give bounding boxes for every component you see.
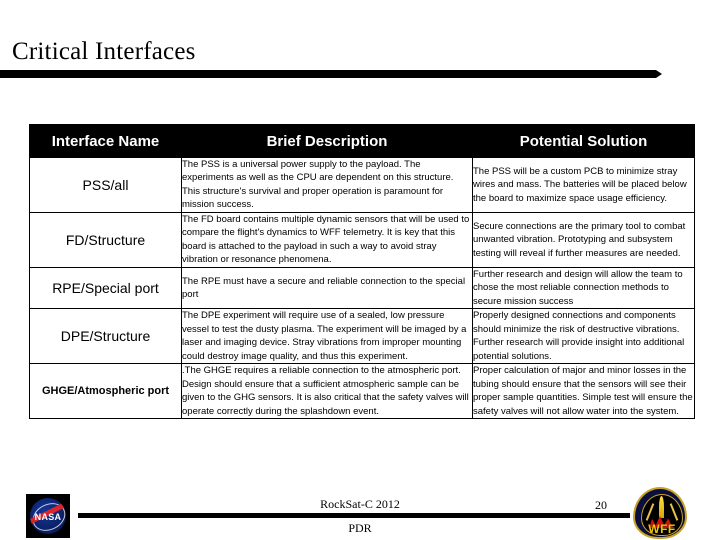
page-title: Critical Interfaces bbox=[12, 38, 196, 65]
interface-name-cell: PSS/all bbox=[29, 157, 182, 213]
nasa-wordmark: NASA bbox=[34, 512, 62, 522]
interface-name-cell: FD/Structure bbox=[29, 211, 182, 268]
table-row: FD/Structure The FD board contains multi… bbox=[29, 211, 695, 268]
brief-description-cell: The DPE experiment will require use of a… bbox=[181, 308, 473, 365]
nasa-logo-icon: NASA bbox=[26, 494, 70, 538]
interface-name-cell: RPE/Special port bbox=[29, 266, 182, 310]
brief-description-cell: The FD board contains multiple dynamic s… bbox=[181, 211, 473, 268]
column-header-brief-description: Brief Description bbox=[181, 124, 473, 158]
potential-solution-cell: Secure connections are the primary tool … bbox=[472, 211, 695, 268]
table-row: RPE/Special port The RPE must have a sec… bbox=[29, 266, 695, 310]
footer-review-label: PDR bbox=[348, 521, 372, 535]
table-row: GHGE/Atmospheric port .The GHGE requires… bbox=[29, 363, 695, 420]
brief-description-cell: .The GHGE requires a reliable connection… bbox=[181, 363, 473, 420]
interface-name-cell: GHGE/Atmospheric port bbox=[29, 363, 182, 420]
nasa-meatball-shape: NASA bbox=[30, 498, 66, 534]
potential-solution-cell: Proper calculation of major and minor lo… bbox=[472, 363, 695, 420]
column-header-potential-solution: Potential Solution bbox=[472, 124, 695, 158]
critical-interfaces-table: Interface Name Brief Description Potenti… bbox=[29, 124, 695, 420]
title-divider bbox=[0, 70, 662, 78]
potential-solution-cell: Further research and design will allow t… bbox=[472, 266, 695, 310]
potential-solution-cell: Properly designed connections and compon… bbox=[472, 308, 695, 365]
table-row: PSS/all The PSS is a universal power sup… bbox=[29, 157, 695, 213]
page-number: 20 bbox=[595, 498, 607, 512]
table-header-row: Interface Name Brief Description Potenti… bbox=[29, 124, 695, 158]
wff-logo-icon: WFF bbox=[633, 487, 687, 539]
table-row: DPE/Structure The DPE experiment will re… bbox=[29, 308, 695, 365]
potential-solution-cell: The PSS will be a custom PCB to minimize… bbox=[472, 157, 695, 213]
brief-description-cell: The PSS is a universal power supply to t… bbox=[181, 157, 473, 213]
column-header-interface-name: Interface Name bbox=[29, 124, 182, 158]
wff-rocket-shape bbox=[659, 496, 664, 518]
wff-outer-shell-shape: WFF bbox=[633, 487, 687, 539]
interface-name-cell: DPE/Structure bbox=[29, 308, 182, 365]
wff-wordmark: WFF bbox=[648, 522, 676, 536]
brief-description-cell: The RPE must have a secure and reliable … bbox=[181, 266, 473, 310]
